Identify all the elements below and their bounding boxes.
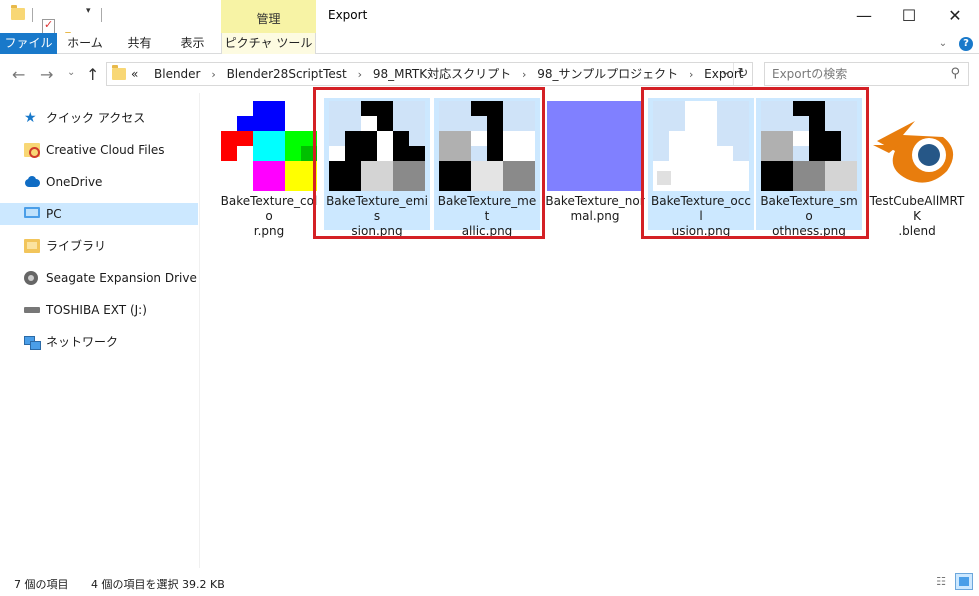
expand-ribbon-icon[interactable]: ⌄	[939, 38, 947, 49]
file-item-baketexture-normal[interactable]: BakeTexture_nor mal.png	[542, 98, 648, 230]
sidebar-item-library[interactable]: ライブラリ	[0, 235, 198, 257]
forward-arrow-icon[interactable]: →	[40, 65, 53, 84]
sidebar-item-seagate-drive[interactable]: Seagate Expansion Drive (G:)	[0, 267, 223, 289]
normal-texture-thumbnail	[547, 101, 643, 191]
sidebar-item-label: TOSHIBA EXT (J:)	[46, 303, 147, 317]
file-item-baketexture-smoothness[interactable]: BakeTexture_smo othness.png	[756, 98, 862, 238]
file-item-baketexture-occlusion[interactable]: BakeTexture_occl usion.png	[648, 98, 754, 238]
back-arrow-icon[interactable]: ←	[12, 65, 25, 84]
breadcrumb-overflow[interactable]: «	[131, 67, 138, 81]
file-item-baketexture-emission[interactable]: BakeTexture_emis sion.png	[324, 98, 430, 238]
file-item-baketexture-color[interactable]: BakeTexture_colo r.png	[216, 98, 322, 238]
drive-icon	[24, 271, 38, 285]
file-name: BakeTexture_colo r.png	[220, 194, 318, 238]
item-count: 7 個の項目	[14, 578, 69, 591]
sidebar-item-toshiba-drive[interactable]: TOSHIBA EXT (J:)	[0, 299, 198, 321]
tab-view[interactable]: 表示	[166, 33, 219, 54]
divider	[32, 8, 33, 22]
sidebar-item-network[interactable]: ネットワーク	[0, 331, 198, 353]
sidebar-item-label: クイック アクセス	[46, 111, 146, 125]
file-item-testcube-blend[interactable]: TestCubeAllMRTK .blend	[864, 98, 970, 238]
breadcrumb-blender[interactable]: Blender	[154, 67, 201, 81]
title-bar: ▾ 管理 Export — ☐ ✕	[0, 0, 979, 47]
minimize-button[interactable]: —	[841, 0, 887, 33]
breadcrumb-separator[interactable]: ›	[689, 64, 693, 86]
breadcrumb-separator[interactable]: ›	[358, 64, 362, 86]
properties-icon[interactable]	[42, 18, 55, 34]
address-history-dropdown-icon[interactable]: ⌄	[721, 65, 730, 78]
search-box[interactable]: ⚲	[764, 62, 969, 86]
breadcrumb: « Blender › Blender28ScriptTest › 98_MRT…	[131, 63, 743, 85]
cloud-icon	[24, 175, 40, 189]
creative-cloud-folder-icon	[24, 143, 40, 158]
breadcrumb-blender28scripttest[interactable]: Blender28ScriptTest	[227, 67, 347, 81]
usb-drive-icon	[24, 307, 40, 313]
address-row: ← → ⌄ ↑ « Blender › Blender28ScriptTest …	[0, 55, 979, 93]
breadcrumb-separator[interactable]: ›	[211, 64, 215, 86]
emission-texture-thumbnail	[329, 101, 425, 191]
refresh-button[interactable]: ↻	[733, 63, 752, 85]
occlusion-texture-thumbnail	[653, 101, 749, 191]
breadcrumb-mrtk-script[interactable]: 98_MRTK対応スクリプト	[373, 67, 511, 81]
address-bar[interactable]: « Blender › Blender28ScriptTest › 98_MRT…	[106, 62, 753, 86]
sidebar-item-pc[interactable]: PC	[0, 203, 198, 225]
sidebar-item-quick-access[interactable]: ★ クイック アクセス	[0, 107, 198, 129]
file-name: BakeTexture_occl usion.png	[651, 194, 751, 238]
file-name: BakeTexture_smo othness.png	[760, 194, 858, 238]
color-texture-thumbnail	[221, 101, 317, 191]
large-icons-view-icon[interactable]	[955, 573, 973, 590]
picture-tools-context-group: 管理	[221, 0, 316, 33]
tab-share[interactable]: 共有	[113, 33, 166, 54]
navigation-pane: ★ クイック アクセス Creative Cloud Files OneDriv…	[0, 93, 223, 568]
search-icon[interactable]: ⚲	[950, 66, 960, 81]
close-button[interactable]: ✕	[932, 0, 978, 33]
file-name: BakeTexture_nor mal.png	[545, 194, 645, 223]
maximize-button[interactable]: ☐	[886, 0, 932, 33]
network-icon	[24, 335, 41, 350]
details-view-icon[interactable]: ☷	[933, 575, 949, 589]
up-arrow-icon[interactable]: ↑	[86, 65, 99, 84]
file-list: BakeTexture_colo r.png BakeTexture_emis si…	[201, 87, 979, 568]
sidebar-item-label: Creative Cloud Files	[46, 143, 165, 157]
sidebar-item-label: PC	[46, 207, 62, 221]
search-input[interactable]	[772, 66, 942, 82]
tab-file[interactable]: ファイル	[0, 33, 57, 54]
sidebar-item-label: OneDrive	[46, 175, 103, 189]
sidebar-item-creative-cloud[interactable]: Creative Cloud Files	[0, 139, 198, 161]
sidebar-item-label: ネットワーク	[46, 335, 119, 349]
file-name: BakeTexture_emis sion.png	[326, 194, 428, 238]
metallic-texture-thumbnail	[439, 101, 535, 191]
sidebar-item-onedrive[interactable]: OneDrive	[0, 171, 198, 193]
sidebar-item-label: Seagate Expansion Drive (G:)	[46, 271, 224, 285]
library-icon	[24, 239, 40, 253]
file-name: TestCubeAllMRTK .blend	[869, 194, 965, 238]
folder-icon[interactable]	[11, 5, 25, 20]
breadcrumb-sample-project[interactable]: 98_サンプルプロジェクト	[537, 67, 678, 81]
file-item-baketexture-metallic[interactable]: BakeTexture_met allic.png	[434, 98, 540, 238]
star-icon: ★	[24, 110, 37, 126]
breadcrumb-separator[interactable]: ›	[522, 64, 526, 86]
help-icon[interactable]: ?	[959, 36, 973, 51]
smoothness-texture-thumbnail	[761, 101, 857, 191]
recent-locations-chevron-icon[interactable]: ⌄	[67, 67, 75, 78]
folder-icon	[112, 65, 126, 80]
status-bar: 7 個の項目 4 個の項目を選択 39.2 KB ☷	[0, 568, 979, 596]
pc-icon	[24, 207, 40, 218]
ribbon-tabs: ファイル ホーム 共有 表示 ピクチャ ツール ⌄ ?	[0, 33, 979, 54]
window-title: Export	[328, 8, 368, 22]
customize-quick-access-icon[interactable]: ▾	[86, 6, 91, 16]
selection-info: 4 個の項目を選択 39.2 KB	[91, 578, 225, 591]
file-name: BakeTexture_met allic.png	[437, 194, 537, 238]
tab-picture-tools[interactable]: ピクチャ ツール	[221, 33, 316, 54]
tab-home[interactable]: ホーム	[57, 33, 113, 54]
blender-file-icon	[869, 101, 965, 191]
ribbon-controls: ⌄ ?	[939, 36, 973, 51]
divider	[101, 8, 102, 22]
context-tab-group-label: 管理	[256, 12, 281, 26]
sidebar-item-label: ライブラリ	[46, 239, 107, 253]
